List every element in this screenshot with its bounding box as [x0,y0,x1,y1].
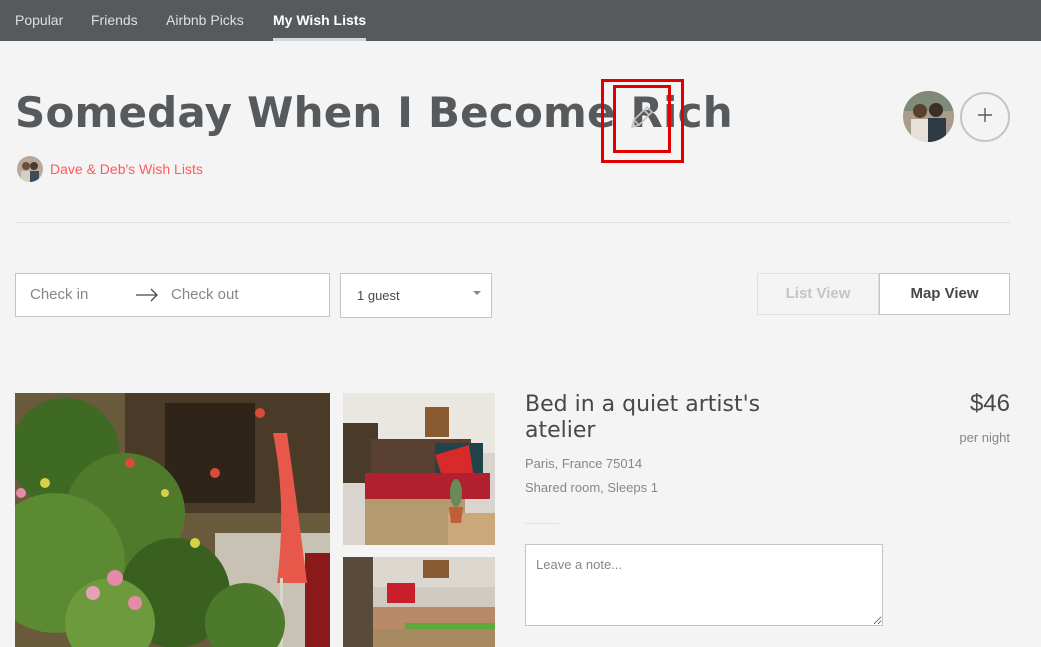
listing-title[interactable]: Bed in a quiet artist's atelier [525,392,825,444]
listing-price: $46 [969,390,1010,417]
top-nav: Popular Friends Airbnb Picks My Wish Lis… [0,0,1041,41]
view-toggle: List View Map View [757,273,1010,315]
map-view-button[interactable]: Map View [879,273,1010,315]
owner-avatar [17,156,43,182]
checkout-field[interactable]: Check out [171,274,239,316]
tab-friends[interactable]: Friends [91,0,138,41]
note-input[interactable] [525,544,883,626]
listing-room-info: Shared room, Sleeps 1 [525,480,658,495]
price-unit: per night [959,430,1010,445]
listing-photo-3[interactable] [343,557,495,647]
listing-photo-2[interactable] [343,393,495,545]
list-view-button[interactable]: List View [757,273,879,315]
listing-divider [525,523,559,524]
wishlist-title: Someday When I Become Rich [15,88,733,137]
arrow-right-icon [135,288,159,302]
tab-my-wish-lists[interactable]: My Wish Lists [273,0,367,41]
chevron-down-icon [473,291,481,295]
listing-photo-main[interactable] [15,393,330,647]
date-range-picker: Check in Check out [15,273,330,317]
add-collaborator-button[interactable] [960,92,1010,142]
owner-link[interactable]: Dave & Deb's Wish Lists [50,161,203,177]
tab-popular[interactable]: Popular [15,0,63,41]
wishlist-owner: Dave & Deb's Wish Lists [17,156,203,182]
plus-icon [977,107,993,128]
guests-select[interactable]: 1 guest [340,273,492,318]
listing-location: Paris, France 75014 [525,456,643,471]
guests-value: 1 guest [357,288,400,303]
pencil-icon[interactable] [628,103,656,131]
tab-airbnb-picks[interactable]: Airbnb Picks [166,0,244,41]
checkin-field[interactable]: Check in [30,274,88,316]
header-divider [15,222,1010,223]
user-avatar[interactable] [903,91,954,142]
